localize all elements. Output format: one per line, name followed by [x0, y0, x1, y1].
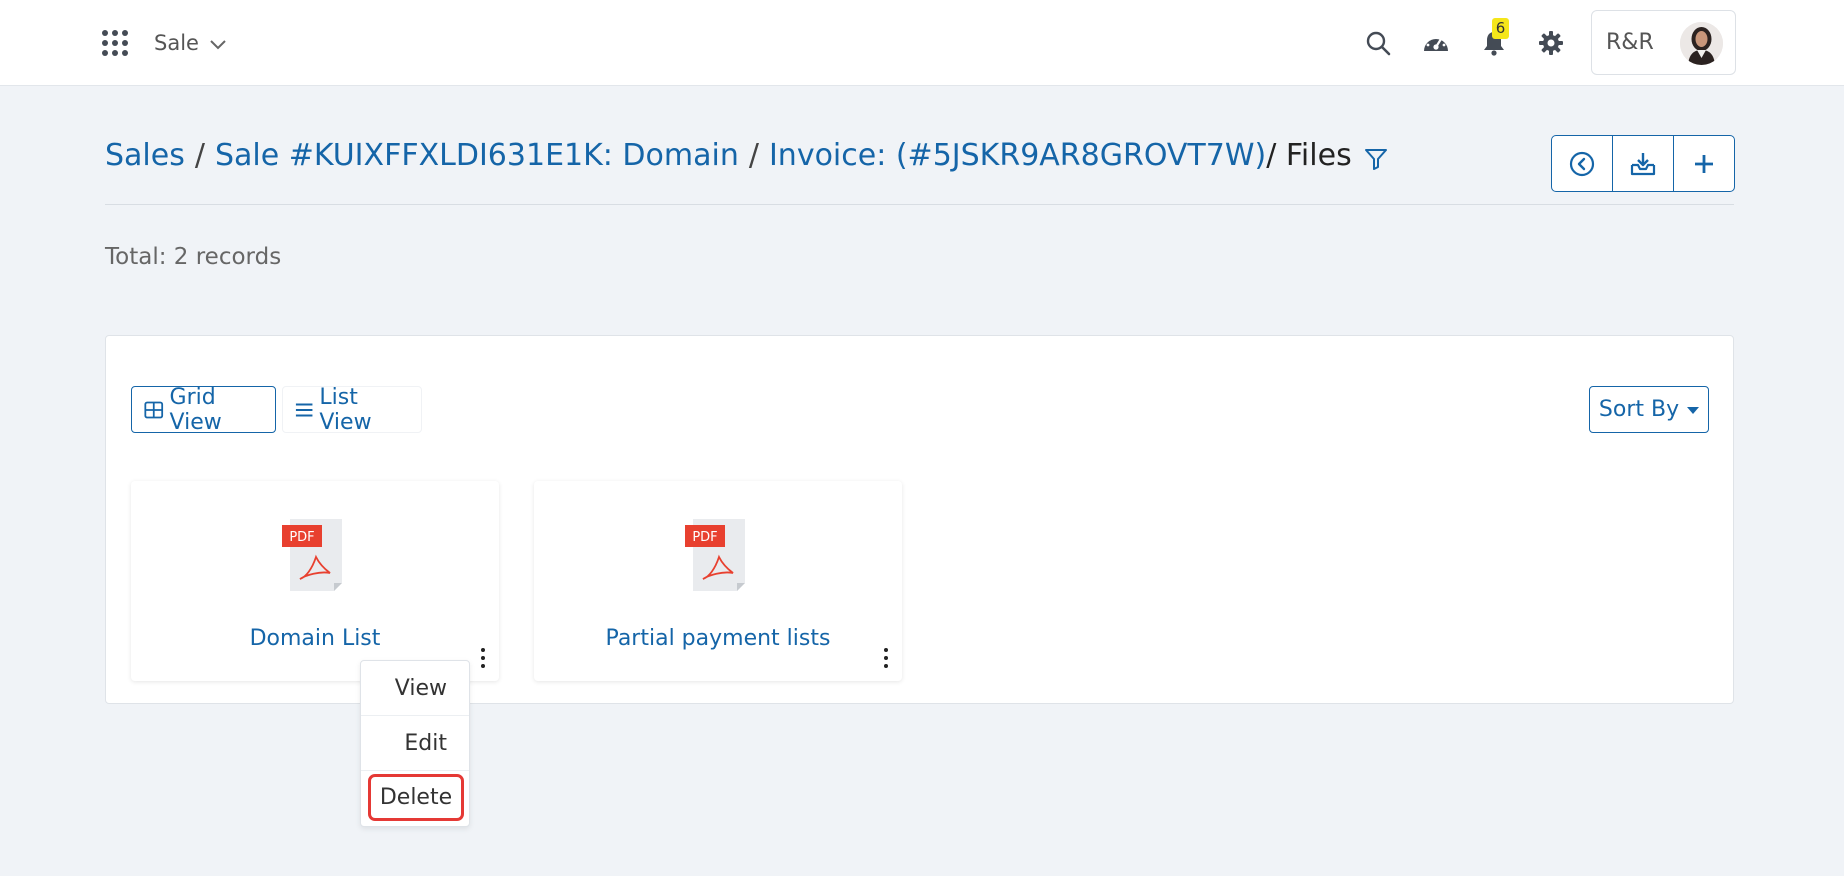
grid-icon: [144, 401, 164, 418]
gear-icon[interactable]: [1535, 27, 1567, 59]
breadcrumb-sale-link[interactable]: Sale #KUIXFFXLDI631E1K: Domain: [215, 138, 739, 173]
breadcrumb-current: / Files: [1266, 138, 1352, 173]
breadcrumb-invoice-link[interactable]: Invoice: (#5JSKR9AR8GROVT7W): [769, 138, 1266, 173]
file-context-menu: View Edit Delete: [360, 660, 470, 827]
more-options-icon[interactable]: [478, 648, 488, 668]
search-icon[interactable]: [1362, 27, 1394, 59]
records-total: Total: 2 records: [105, 244, 282, 270]
breadcrumb-separator: /: [748, 138, 759, 173]
caret-down-icon: [1687, 407, 1700, 414]
chevron-down-icon: [210, 39, 226, 49]
breadcrumb-separator: /: [194, 138, 205, 173]
top-bar: Sale 6 R&R: [0, 0, 1844, 86]
user-name: R&R: [1606, 30, 1654, 55]
file-card[interactable]: PDF Domain List: [131, 481, 499, 681]
list-view-label: List View: [319, 384, 372, 435]
menu-item-edit[interactable]: Edit: [361, 716, 469, 771]
pdf-file-icon: PDF: [282, 519, 342, 591]
avatar: [1680, 22, 1723, 65]
pdf-file-icon: PDF: [685, 519, 745, 591]
add-file-button[interactable]: [1674, 136, 1734, 191]
notification-badge: 6: [1492, 18, 1509, 39]
file-name-link[interactable]: Partial payment lists: [534, 626, 902, 651]
dashboard-gauge-icon[interactable]: [1420, 27, 1452, 59]
page-actions: [1551, 135, 1735, 192]
breadcrumb: Sales / Sale #KUIXFFXLDI631E1K: Domain /…: [105, 138, 1388, 173]
sort-by-dropdown[interactable]: Sort By: [1589, 386, 1709, 433]
pdf-tag: PDF: [692, 530, 717, 545]
menu-item-delete[interactable]: Delete: [368, 774, 464, 821]
download-button[interactable]: [1613, 136, 1674, 191]
list-view-button[interactable]: List View: [282, 384, 422, 435]
back-circle-icon: [1569, 151, 1595, 176]
grid-view-button[interactable]: Grid View: [131, 384, 276, 435]
filter-icon[interactable]: [1364, 147, 1388, 171]
download-tray-icon: [1630, 152, 1656, 175]
module-selector[interactable]: Sale: [154, 28, 227, 58]
pdf-tag: PDF: [289, 530, 314, 545]
plus-icon: [1695, 154, 1713, 173]
more-options-icon[interactable]: [881, 648, 891, 668]
file-name-link[interactable]: Domain List: [131, 626, 499, 651]
module-label: Sale: [154, 31, 199, 55]
header-divider: [105, 204, 1734, 205]
apps-grid-icon[interactable]: [102, 30, 128, 56]
user-menu[interactable]: R&R: [1591, 10, 1736, 75]
menu-item-view[interactable]: View: [361, 661, 469, 716]
files-panel: Grid View List View Sort By PDF Domain L…: [105, 335, 1734, 704]
sort-by-label: Sort By: [1598, 397, 1680, 422]
list-icon: [295, 402, 313, 417]
back-button[interactable]: [1552, 136, 1613, 191]
breadcrumb-sales-link[interactable]: Sales: [105, 138, 185, 173]
grid-view-label: Grid View: [169, 384, 222, 435]
file-card[interactable]: PDF Partial payment lists: [534, 481, 902, 681]
